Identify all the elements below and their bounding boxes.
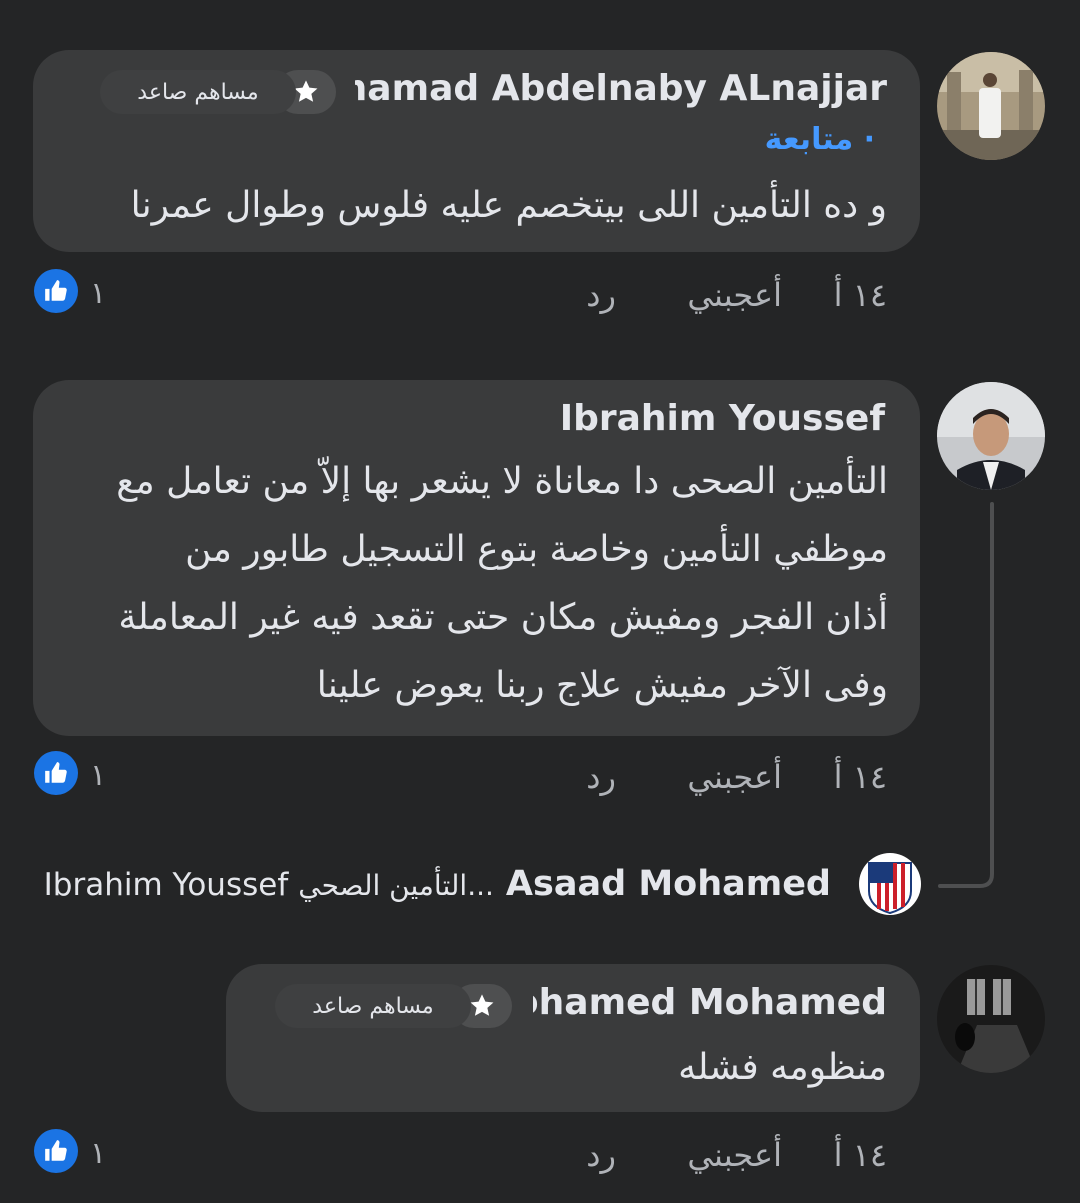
follow-link[interactable]: · متابعة xyxy=(765,122,875,157)
reaction-count[interactable]: ١ xyxy=(90,758,106,793)
comment-time[interactable]: ١٤ أ xyxy=(834,758,887,796)
comment-text-line: موظفي التأمين وخاصة بتوع التسجيل طابور م… xyxy=(185,529,888,570)
star-icon xyxy=(294,80,318,102)
like-button[interactable]: أعجبني xyxy=(687,758,782,796)
reply-button[interactable]: رد xyxy=(586,1136,616,1174)
comment-text: التأمين الصحى دا معاناة لا يشعر بها إلاّ… xyxy=(68,448,888,720)
thumbs-up-icon xyxy=(45,280,67,301)
rising-contributor-badge: مساهم صاعد xyxy=(100,70,296,114)
avatar-photo xyxy=(937,965,1045,1073)
avatar[interactable] xyxy=(859,853,921,915)
star-icon xyxy=(470,994,494,1016)
atletico-crest-avatar xyxy=(859,853,921,915)
like-reaction-icon[interactable] xyxy=(34,751,78,795)
thread-connector xyxy=(938,502,994,888)
comment-text-line: التأمين الصحى دا معاناة لا يشعر بها إلاّ… xyxy=(116,461,888,502)
reply-button[interactable]: رد xyxy=(586,276,616,314)
comment-author[interactable]: Mohamed Mohamed xyxy=(533,982,887,1023)
comment-bubble: Ibrahim Youssef التأمين الصحى دا معاناة … xyxy=(33,380,920,736)
comment-time[interactable]: ١٤ أ xyxy=(834,1136,887,1174)
reaction-count[interactable]: ١ xyxy=(90,1136,106,1171)
reply-snippet: التأمين الصحي... xyxy=(298,869,494,902)
like-button[interactable]: أعجبني xyxy=(687,1136,782,1174)
like-reaction-icon[interactable] xyxy=(34,269,78,313)
comment-text: منظومه فشله xyxy=(678,1047,887,1088)
reaction-count[interactable]: ١ xyxy=(90,276,106,311)
reply-target[interactable]: Ibrahim Youssef xyxy=(44,867,289,903)
reply-button[interactable]: رد xyxy=(586,758,616,796)
comment-bubble: Mohamed Mohamed مساهم صاعد منظومه فشله xyxy=(226,964,920,1112)
comment-text: و ده التأمين اللى بيتخصم عليه فلوس وطوال… xyxy=(130,185,887,226)
thumbs-up-icon xyxy=(45,762,67,783)
like-reaction-icon[interactable] xyxy=(34,1129,78,1173)
avatar[interactable] xyxy=(937,965,1045,1073)
avatar[interactable] xyxy=(937,52,1045,160)
like-button[interactable]: أعجبني xyxy=(687,276,782,314)
comment-author[interactable]: Ibrahim Youssef xyxy=(560,398,885,439)
comment-bubble: Mohamad Abdelnaby ALnajjar مساهم صاعد · … xyxy=(33,50,920,252)
avatar[interactable] xyxy=(937,382,1045,490)
rising-contributor-badge: مساهم صاعد xyxy=(275,984,471,1028)
comment-text-line: أذان الفجر ومفيش مكان حتى تقعد فيه غير ا… xyxy=(118,597,888,638)
comment-time[interactable]: ١٤ أ xyxy=(834,276,887,314)
comment-author[interactable]: Mohamad Abdelnaby ALnajjar xyxy=(355,68,887,109)
reply-preview[interactable]: Ibrahim Youssef التأمين الصحي... Asaad M… xyxy=(44,864,831,904)
comment-text-line: وفى الآخر مفيش علاج ربنا يعوض علينا xyxy=(316,665,888,706)
reply-author[interactable]: Asaad Mohamed xyxy=(506,864,831,904)
thumbs-up-icon xyxy=(45,1140,67,1161)
avatar-photo xyxy=(937,382,1045,490)
avatar-photo xyxy=(937,52,1045,160)
